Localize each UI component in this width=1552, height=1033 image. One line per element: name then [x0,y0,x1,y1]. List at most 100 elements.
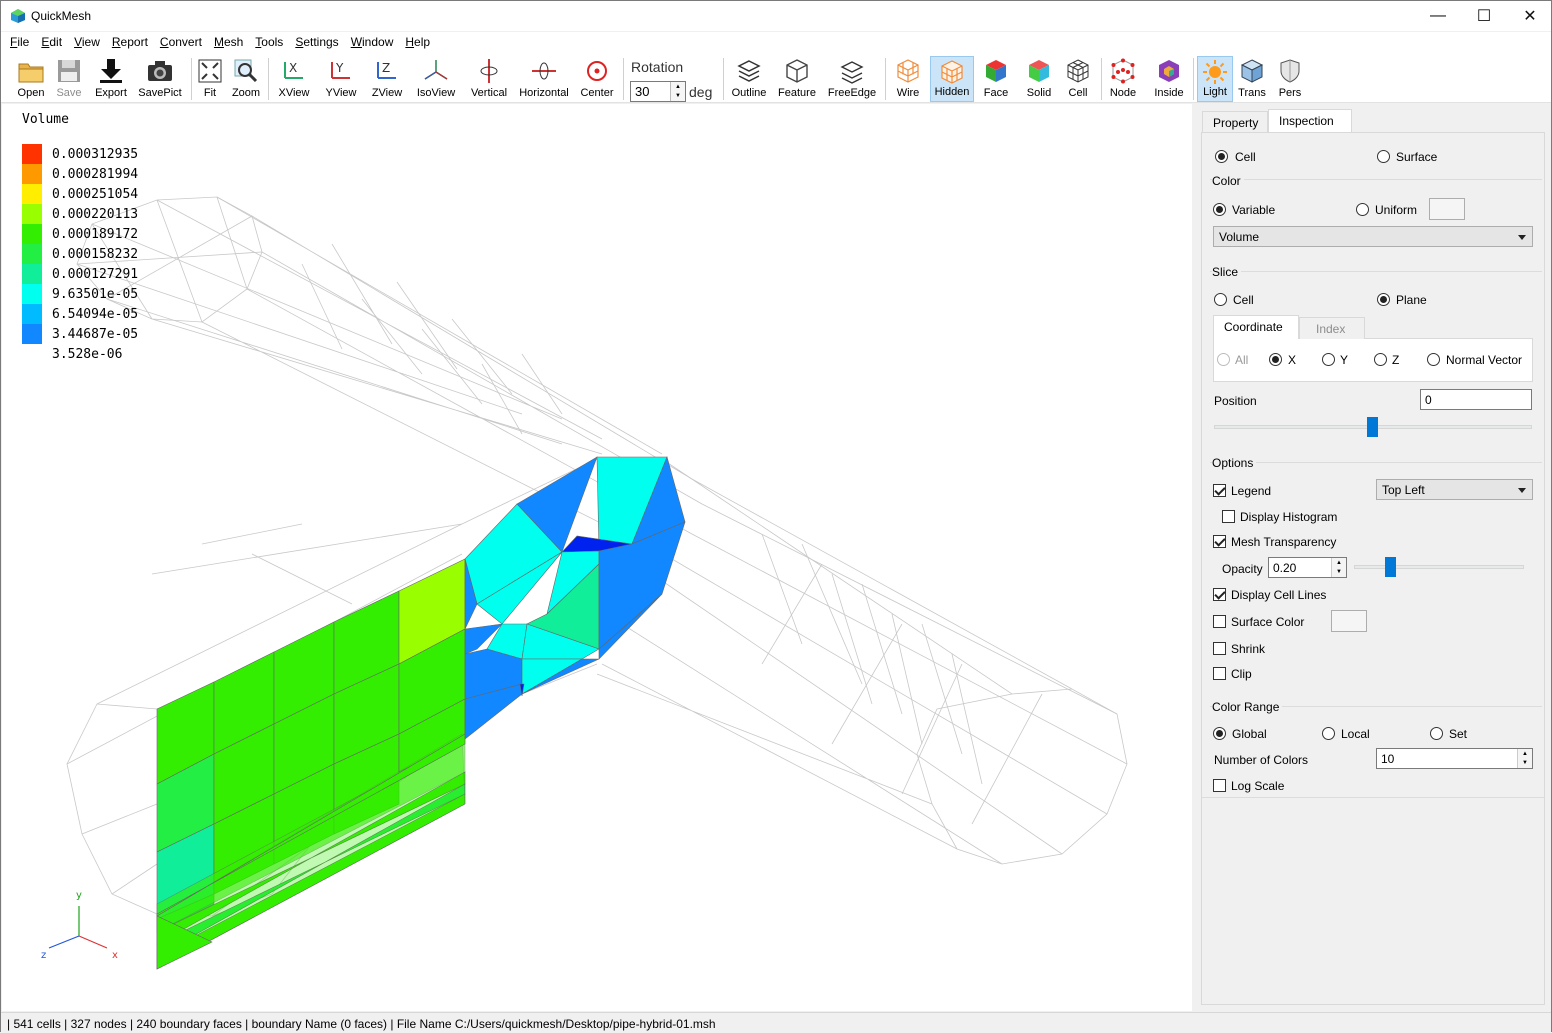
axis-all-radio[interactable] [1217,353,1230,366]
tab-index[interactable]: Index [1299,317,1365,339]
rotation-spin-buttons[interactable]: ▲ ▼ [670,82,685,101]
legend-swatch [22,304,42,324]
slice-subpanel: All X Y Z Normal Vector [1213,338,1533,382]
display-histogram-label: Display Histogram [1240,510,1338,524]
cell-button[interactable]: Cell [1062,56,1094,102]
outline-button[interactable]: Outline [729,56,769,102]
menu-mesh[interactable]: Mesh [208,32,249,53]
clip-label: Clip [1231,667,1252,681]
axis-y-radio[interactable] [1322,353,1335,366]
target-cell-radio[interactable] [1215,150,1228,163]
freeedge-button[interactable]: FreeEdge [825,56,879,102]
vertical-button[interactable]: Vertical [467,56,511,102]
yview-button[interactable]: Y YView [321,56,361,102]
target-surface-radio[interactable] [1377,150,1390,163]
minimize-button[interactable]: — [1415,1,1461,31]
slice-cell-radio[interactable] [1214,293,1227,306]
menu-window[interactable]: Window [345,32,400,53]
surface-color-button[interactable] [1331,610,1367,632]
opacity-stepper[interactable]: 0.20 ▲ ▼ [1268,557,1347,578]
display-cell-lines-label: Display Cell Lines [1231,588,1327,602]
display-cell-lines-checkbox[interactable] [1213,588,1226,601]
pers-button[interactable]: Pers [1274,56,1306,102]
color-uniform-radio[interactable] [1356,203,1369,216]
trans-button[interactable]: Trans [1235,56,1269,102]
z-axis-label: z [41,950,46,961]
mesh-transparency-checkbox[interactable] [1213,535,1226,548]
uniform-color-button[interactable] [1429,198,1465,220]
menu-help[interactable]: Help [399,32,436,53]
xview-button[interactable]: X XView [275,56,313,102]
range-set-radio[interactable] [1430,727,1443,740]
display-histogram-checkbox[interactable] [1222,510,1235,523]
save-button[interactable]: Save [52,56,86,102]
legend-checkbox[interactable] [1213,484,1226,497]
inspection-body: Cell Surface Color Variable Uniform Volu… [1201,132,1545,1005]
svg-text:Z: Z [382,61,390,75]
zoom-button[interactable]: Zoom [229,56,263,102]
spin-down-icon[interactable]: ▼ [1336,569,1342,575]
menu-tools[interactable]: Tools [249,32,289,53]
spin-up-icon[interactable]: ▲ [1522,751,1528,757]
face-button[interactable]: Face [979,56,1013,102]
divider [1210,179,1542,180]
tab-inspection[interactable]: Inspection [1268,109,1352,133]
slice-plane-radio[interactable] [1377,293,1390,306]
node-button[interactable]: Node [1106,56,1140,102]
slice-plane-label: Plane [1396,293,1427,307]
range-global-radio[interactable] [1213,727,1226,740]
spin-down-icon[interactable]: ▼ [1522,760,1528,766]
target-icon [587,61,607,81]
surface-color-checkbox[interactable] [1213,615,1226,628]
number-of-colors-stepper[interactable]: 10 ▲ ▼ [1376,748,1533,769]
axis-z-radio[interactable] [1374,353,1387,366]
hidden-button[interactable]: Hidden [930,56,974,102]
menu-settings[interactable]: Settings [289,32,344,53]
inside-button[interactable]: Inside [1150,56,1188,102]
solid-cube-icon [1029,60,1049,82]
opacity-value: 0.20 [1273,561,1297,575]
wire-button[interactable]: Wire [889,56,927,102]
3d-viewport[interactable]: Volume 0.000312935 0.000281994 0.000251054… [2,104,1192,1011]
legend-position-select[interactable]: Top Left [1376,479,1533,500]
download-arrow-icon [100,59,122,83]
solid-button[interactable]: Solid [1021,56,1057,102]
zview-button[interactable]: Z ZView [367,56,407,102]
opacity-slider-thumb[interactable] [1385,557,1396,577]
close-button[interactable]: ✕ [1507,1,1552,31]
menu-convert[interactable]: Convert [154,32,208,53]
shrink-checkbox[interactable] [1213,642,1226,655]
spin-up-icon[interactable]: ▲ [1336,560,1342,566]
opacity-spin-buttons[interactable]: ▲ ▼ [1331,558,1346,577]
feature-button[interactable]: Feature [775,56,819,102]
position-slider-thumb[interactable] [1367,417,1378,437]
open-button[interactable]: Open [13,56,49,102]
position-input[interactable]: 0 [1420,389,1532,410]
clip-checkbox[interactable] [1213,667,1226,680]
maximize-button[interactable]: ☐ [1461,1,1507,31]
light-button[interactable]: Light [1197,56,1233,102]
log-scale-checkbox[interactable] [1213,779,1226,792]
export-button[interactable]: Export [92,56,130,102]
color-variable-radio[interactable] [1213,203,1226,216]
menu-view[interactable]: View [68,32,106,53]
savepict-button[interactable]: SavePict [136,56,184,102]
axis-x-radio[interactable] [1269,353,1282,366]
menu-report[interactable]: Report [106,32,154,53]
tab-property[interactable]: Property [1202,111,1268,133]
color-variable-label: Variable [1232,203,1276,217]
number-of-colors-spin-buttons[interactable]: ▲ ▼ [1517,749,1532,768]
spin-up-icon[interactable]: ▲ [675,84,681,90]
fit-button[interactable]: Fit [195,56,225,102]
axis-normal-radio[interactable] [1427,353,1440,366]
center-button[interactable]: Center [577,56,617,102]
tab-coordinate[interactable]: Coordinate [1213,315,1299,339]
variable-select[interactable]: Volume [1213,226,1533,247]
spin-down-icon[interactable]: ▼ [675,93,681,99]
horizontal-button[interactable]: Horizontal [517,56,571,102]
opacity-slider[interactable] [1354,565,1524,569]
range-local-radio[interactable] [1322,727,1335,740]
isoview-button[interactable]: IsoView [413,56,459,102]
menu-edit[interactable]: Edit [35,32,68,53]
menu-file[interactable]: File [4,32,35,53]
